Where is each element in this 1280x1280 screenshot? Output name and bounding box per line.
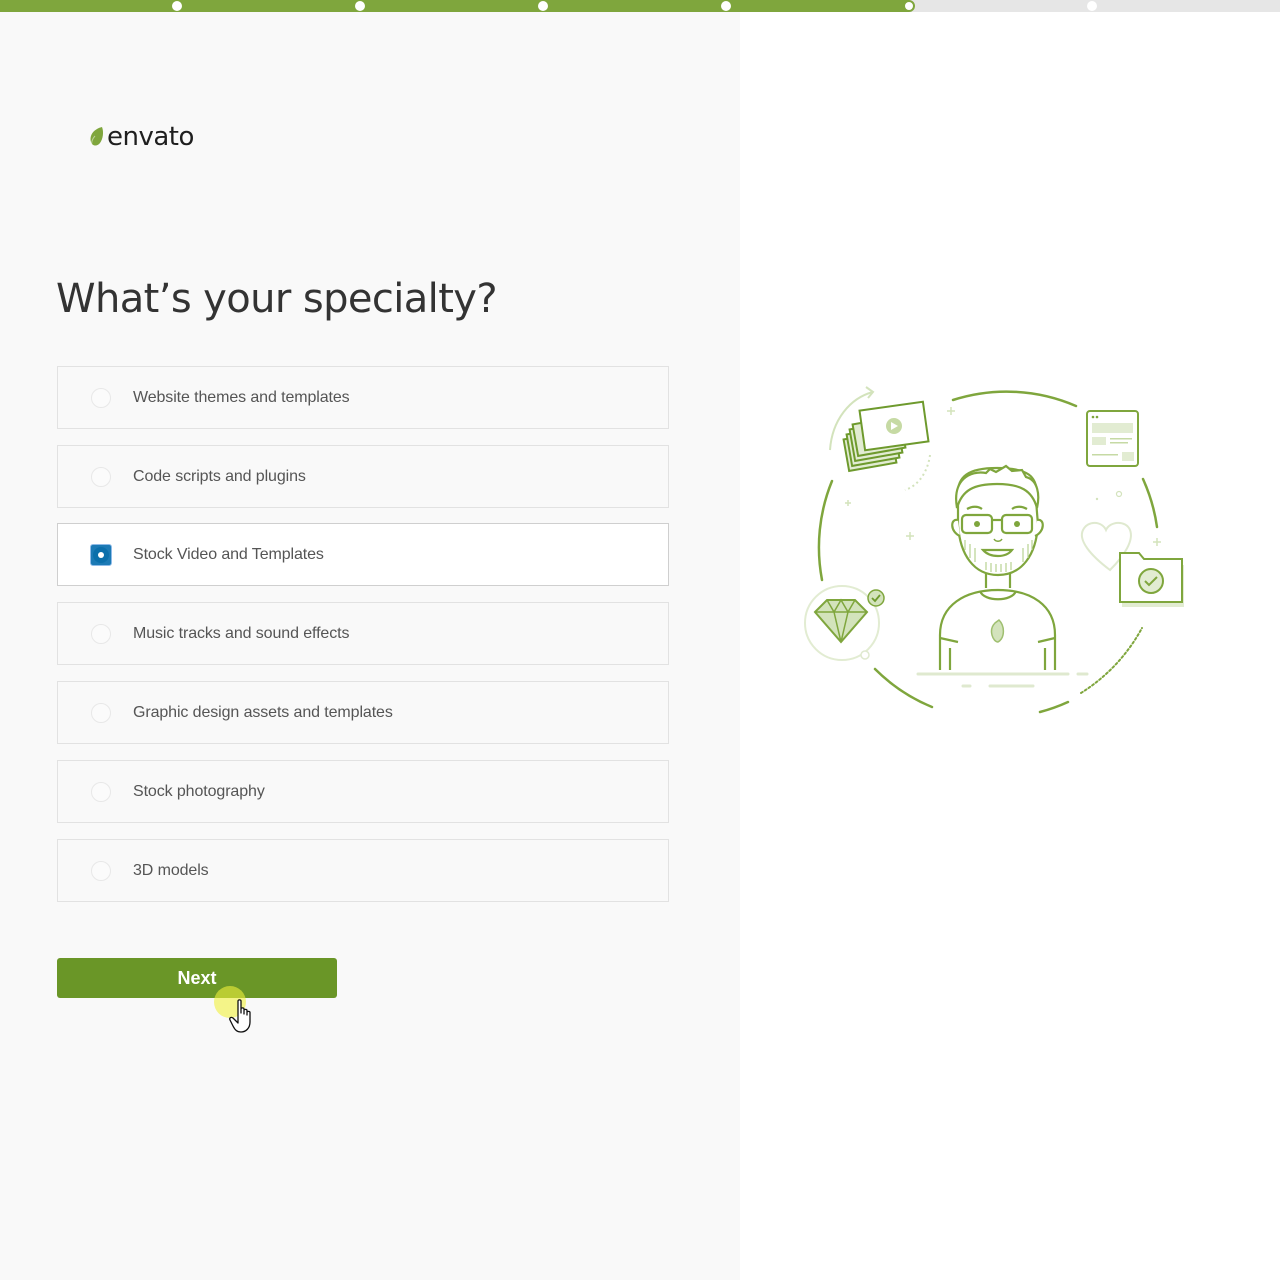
envato-leaf-icon <box>90 127 104 147</box>
progress-step-2 <box>355 1 365 11</box>
person-avatar <box>938 464 1057 670</box>
option-stock-photography[interactable]: Stock photography <box>57 760 669 823</box>
folder-check-icon <box>1119 552 1184 607</box>
orbit-arc-top <box>951 390 1078 408</box>
brand-name: envato <box>107 122 194 152</box>
video-stack-icon <box>842 400 930 473</box>
orbit-arc-left <box>817 479 834 582</box>
envato-logo: envato <box>88 124 194 150</box>
option-label: Stock photography <box>133 782 265 800</box>
onboarding-illustration <box>804 386 1184 714</box>
progress-step-5 <box>903 0 915 12</box>
radio-button[interactable] <box>91 781 111 802</box>
option-label: Music tracks and sound effects <box>133 624 350 642</box>
option-label: 3D models <box>133 861 209 879</box>
orbit-arc-right <box>1141 477 1159 529</box>
option-code-scripts[interactable]: Code scripts and plugins <box>57 445 669 508</box>
option-3d-models[interactable]: 3D models <box>57 839 669 902</box>
option-graphic-design[interactable]: Graphic design assets and templates <box>57 681 669 744</box>
option-label: Code scripts and plugins <box>133 467 306 485</box>
option-label: Stock Video and Templates <box>133 545 324 563</box>
progress-bar-fill <box>0 0 909 12</box>
website-template-icon <box>1086 410 1139 467</box>
progress-step-6 <box>1087 1 1097 11</box>
progress-step-3 <box>538 1 548 11</box>
radio-button[interactable] <box>91 623 111 644</box>
option-music-tracks[interactable]: Music tracks and sound effects <box>57 602 669 665</box>
option-label: Graphic design assets and templates <box>133 703 393 721</box>
option-label: Website themes and templates <box>133 388 350 406</box>
hand-cursor-icon <box>229 999 251 1033</box>
option-stock-video[interactable]: Stock Video and Templates <box>57 523 669 586</box>
orbit-arc-bottom-right <box>1080 627 1143 694</box>
radio-button[interactable] <box>91 702 111 723</box>
radio-button[interactable] <box>91 466 111 487</box>
progress-step-1 <box>172 1 182 11</box>
diamond-icon <box>804 585 885 661</box>
progress-step-4 <box>721 1 731 11</box>
floor-lines <box>916 672 1089 688</box>
radio-button-checked[interactable] <box>90 543 112 566</box>
option-website-themes[interactable]: Website themes and templates <box>57 366 669 429</box>
radio-button[interactable] <box>91 387 111 408</box>
orbit-arc-bottom <box>1038 700 1070 714</box>
page-title: What’s your specialty? <box>56 276 498 322</box>
progress-bar <box>0 0 1280 12</box>
radio-button[interactable] <box>91 860 111 881</box>
next-button[interactable]: Next <box>57 958 337 998</box>
